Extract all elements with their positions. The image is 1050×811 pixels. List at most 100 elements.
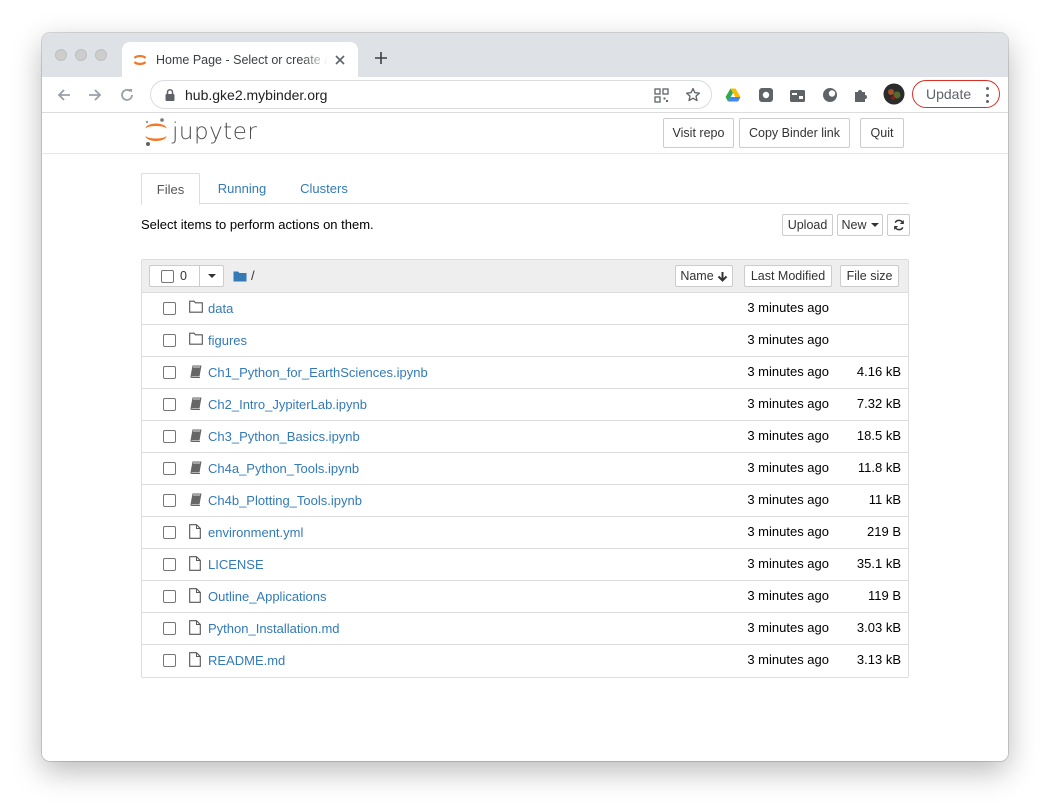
list-item[interactable]: Outline_Applications 3 minutes ago 119 B [142, 581, 908, 613]
list-item[interactable]: Ch4b_Plotting_Tools.ipynb 3 minutes ago 11… [142, 485, 908, 517]
arrow-down-icon [717, 271, 727, 282]
notebook-icon [189, 396, 203, 410]
notebook-icon [189, 460, 203, 474]
extensions-puzzle-icon[interactable] [852, 86, 870, 104]
copy-binder-link-button[interactable]: Copy Binder link [739, 118, 850, 148]
reload-icon[interactable] [117, 85, 137, 105]
file-size: 219 B [867, 524, 901, 539]
file-name-link[interactable]: README.md [208, 653, 285, 668]
checkbox[interactable] [163, 622, 176, 635]
file-size: 11.8 kB [857, 460, 901, 475]
file-name-link[interactable]: environment.yml [208, 525, 303, 540]
bookmark-star-icon[interactable] [685, 87, 701, 103]
google-drive-icon[interactable] [724, 86, 742, 104]
list-item[interactable]: Ch2_Intro_JypiterLab.ipynb 3 minutes ago 7… [142, 389, 908, 421]
list-item[interactable]: Python_Installation.md 3 minutes ago 3.03 … [142, 613, 908, 645]
list-item[interactable]: README.md 3 minutes ago 3.13 kB [142, 645, 908, 677]
list-item[interactable]: data 3 minutes ago [142, 293, 908, 325]
qr-code-icon[interactable] [653, 87, 669, 103]
quit-button[interactable]: Quit [860, 118, 904, 148]
notebook-icon [189, 492, 203, 506]
checkbox[interactable] [163, 302, 176, 315]
browser-tab[interactable]: Home Page - Select or create a notebook [122, 42, 358, 77]
tab-clusters[interactable]: Clusters [291, 173, 357, 204]
close-tab-icon[interactable] [332, 52, 348, 68]
list-item[interactable]: Ch4a_Python_Tools.ipynb 3 minutes ago 11.8… [142, 453, 908, 485]
extension-circle-icon[interactable] [821, 86, 839, 104]
file-modified: 3 minutes ago [747, 332, 829, 347]
breadcrumb-root[interactable]: / [251, 268, 255, 283]
file-name-link[interactable]: Ch1_Python_for_EarthSciences.ipynb [208, 365, 428, 380]
file-modified: 3 minutes ago [747, 492, 829, 507]
visit-repo-button[interactable]: Visit repo [663, 118, 734, 148]
profile-avatar[interactable] [883, 83, 905, 105]
forward-icon[interactable] [85, 85, 105, 105]
extension-wallet-icon[interactable] [788, 86, 806, 104]
tab-running[interactable]: Running [207, 173, 277, 204]
checkbox[interactable] [163, 494, 176, 507]
file-size: 7.32 kB [856, 396, 901, 411]
file-name-link[interactable]: data [208, 301, 233, 316]
file-size: 18.5 kB [856, 428, 901, 443]
list-item[interactable]: figures 3 minutes ago [142, 325, 908, 357]
file-name-link[interactable]: Python_Installation.md [208, 621, 340, 636]
file-name-link[interactable]: LICENSE [208, 557, 264, 572]
maximize-window-button[interactable] [95, 49, 107, 61]
list-item[interactable]: Ch3_Python_Basics.ipynb 3 minutes ago 18.5… [142, 421, 908, 453]
file-modified: 3 minutes ago [747, 652, 829, 667]
list-item[interactable]: Ch1_Python_for_EarthSciences.ipynb 3 minu… [142, 357, 908, 389]
file-name-link[interactable]: Outline_Applications [208, 589, 327, 604]
file-name-link[interactable]: Ch2_Intro_JypiterLab.ipynb [208, 397, 367, 412]
tab-files[interactable]: Files [141, 173, 200, 205]
file-size: 11 kB [868, 492, 901, 507]
update-button[interactable]: Update [912, 80, 1000, 108]
folder-icon[interactable] [233, 270, 247, 282]
selected-count: 0 [180, 269, 187, 283]
checkbox[interactable] [163, 558, 176, 571]
file-modified: 3 minutes ago [747, 396, 829, 411]
minimize-window-button[interactable] [75, 49, 87, 61]
refresh-button[interactable] [887, 214, 910, 236]
list-item[interactable]: LICENSE 3 minutes ago 35.1 kB [142, 549, 908, 581]
upload-button[interactable]: Upload [782, 214, 833, 236]
close-window-button[interactable] [55, 49, 67, 61]
jupyter-logo[interactable]: jupyter [144, 117, 257, 147]
checkbox[interactable] [163, 334, 176, 347]
file-name-link[interactable]: Ch4b_Plotting_Tools.ipynb [208, 493, 362, 508]
file-name-link[interactable]: figures [208, 333, 247, 348]
address-bar[interactable]: hub.gke2.mybinder.org [150, 80, 712, 109]
chevron-down-icon [870, 223, 879, 227]
file-list: 0 / Name Last Modified File size data 3 … [141, 259, 909, 678]
folder-icon [189, 332, 203, 346]
list-item[interactable]: environment.yml 3 minutes ago 219 B [142, 517, 908, 549]
sort-by-name-button[interactable]: Name [675, 265, 733, 287]
checkbox[interactable] [163, 366, 176, 379]
new-button[interactable]: New [837, 214, 883, 236]
update-label: Update [926, 86, 972, 102]
checkbox[interactable] [163, 398, 176, 411]
file-modified: 3 minutes ago [747, 620, 829, 635]
checkbox[interactable] [163, 462, 176, 475]
tab-title: Home Page - Select or create a notebook [156, 52, 328, 67]
select-all-group: 0 [149, 265, 224, 287]
checkbox[interactable] [163, 430, 176, 443]
jupyter-favicon-icon [133, 54, 147, 65]
file-size: 4.16 kB [856, 364, 901, 379]
file-name-link[interactable]: Ch3_Python_Basics.ipynb [208, 429, 360, 444]
lock-icon [165, 88, 175, 101]
sort-by-modified-button[interactable]: Last Modified [744, 265, 832, 287]
extension-square-icon[interactable] [757, 86, 775, 104]
breadcrumb: / [233, 268, 255, 283]
select-dropdown-button[interactable] [200, 266, 223, 286]
select-all-checkbox[interactable]: 0 [150, 266, 200, 286]
checkbox[interactable] [163, 590, 176, 603]
checkbox[interactable] [161, 269, 174, 283]
checkbox[interactable] [163, 654, 176, 667]
back-icon[interactable] [54, 85, 74, 105]
new-tab-icon[interactable] [372, 49, 390, 67]
file-size: 3.13 kB [856, 652, 901, 667]
checkbox[interactable] [163, 526, 176, 539]
file-name-link[interactable]: Ch4a_Python_Tools.ipynb [208, 461, 359, 476]
sort-by-size-button[interactable]: File size [840, 265, 899, 287]
tab-strip: Home Page - Select or create a notebook [42, 33, 1008, 77]
